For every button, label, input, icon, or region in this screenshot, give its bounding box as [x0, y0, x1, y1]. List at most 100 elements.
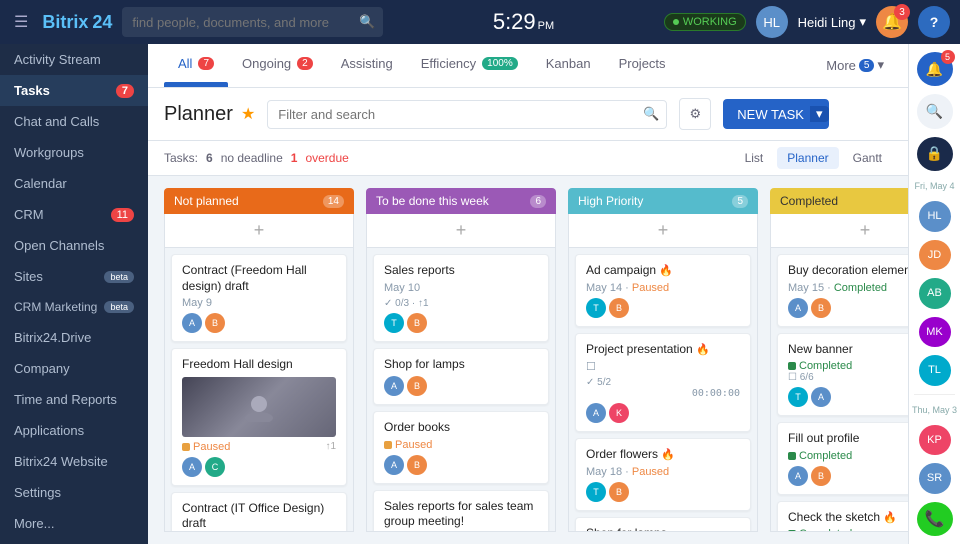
- avatar: T: [788, 387, 808, 407]
- sidebar-item-sites[interactable]: Sites beta: [0, 261, 148, 292]
- search-input[interactable]: [122, 7, 383, 37]
- card-order-books: Order books Paused A B: [373, 411, 549, 484]
- sidebar-item-settings[interactable]: Settings: [0, 477, 148, 508]
- card-freedom-hall-design: Freedom Hall design Paused ↑1 A: [171, 348, 347, 486]
- filter-wrap: 🔍: [267, 100, 667, 129]
- card-ad-campaign: Ad campaign 🔥 May 14 · Paused T B: [575, 254, 751, 327]
- rp-avatar-6[interactable]: KP: [919, 425, 951, 456]
- rp-notif-badge: 5: [941, 50, 955, 64]
- hamburger-icon[interactable]: ☰: [10, 8, 32, 36]
- tab-more[interactable]: More 5 ▾: [818, 44, 892, 87]
- column-to-be-done: To be done this week 6 + Sales reports M…: [366, 188, 556, 532]
- tab-projects[interactable]: Projects: [605, 44, 680, 87]
- sidebar-item-time-reports[interactable]: Time and Reports: [0, 384, 148, 415]
- sidebar-item-applications[interactable]: Applications: [0, 415, 148, 446]
- rp-avatar-7[interactable]: SR: [919, 463, 951, 494]
- avatar: A: [788, 298, 808, 318]
- tab-ongoing-badge: 2: [297, 57, 313, 70]
- sidebar-item-company[interactable]: Company: [0, 353, 148, 384]
- avatar: B: [205, 313, 225, 333]
- sidebar-item-chat[interactable]: Chat and Calls: [0, 106, 148, 137]
- rp-lock-button[interactable]: 🔒: [917, 137, 953, 171]
- rp-avatar-2[interactable]: JD: [919, 240, 951, 271]
- avatar: K: [609, 403, 629, 423]
- col-add-not-planned[interactable]: +: [164, 214, 354, 248]
- tab-kanban[interactable]: Kanban: [532, 44, 605, 87]
- avatar: A: [788, 466, 808, 486]
- col-add-completed[interactable]: +: [770, 214, 908, 248]
- avatar: B: [811, 298, 831, 318]
- col-header-high-priority: High Priority 5: [568, 188, 758, 214]
- sidebar: Activity Stream Tasks 7 Chat and Calls W…: [0, 44, 148, 544]
- col-cards-completed: Buy decoration elements May 15 · Complet…: [770, 248, 908, 532]
- planner-header: Planner ★ 🔍 ⚙ NEW TASK ▾: [148, 88, 908, 141]
- card-fill-profile: Fill out profile Completed A B: [777, 422, 908, 495]
- working-dot: [673, 19, 679, 25]
- filter-input[interactable]: [267, 100, 667, 129]
- sidebar-item-open-channels[interactable]: Open Channels: [0, 230, 148, 261]
- sidebar-item-workgroups[interactable]: Workgroups: [0, 137, 148, 168]
- avatar: T: [586, 482, 606, 502]
- card-buy-decoration: Buy decoration elements May 15 · Complet…: [777, 254, 908, 327]
- col-cards-not-planned: Contract (Freedom Hall design) draft May…: [164, 248, 354, 532]
- card-contract-it: Contract (IT Office Design) draft May 17…: [171, 492, 347, 532]
- rp-notifications-button[interactable]: 🔔 5: [917, 52, 953, 86]
- rp-phone-button[interactable]: 📞: [917, 502, 953, 536]
- planner-title: Planner ★: [164, 103, 255, 126]
- tab-more-badge: 5: [859, 59, 875, 72]
- tab-efficiency[interactable]: Efficiency 100%: [407, 44, 532, 87]
- rp-avatar-4[interactable]: MK: [919, 317, 951, 348]
- sidebar-item-tasks[interactable]: Tasks 7: [0, 75, 148, 106]
- rp-avatar-5[interactable]: TL: [919, 355, 951, 386]
- card-timer: 00:00:00: [692, 388, 740, 399]
- new-task-button[interactable]: NEW TASK ▾: [723, 99, 828, 129]
- tab-assisting[interactable]: Assisting: [327, 44, 407, 87]
- tasks-badge: 7: [116, 84, 134, 98]
- crm-badge: 11: [111, 208, 134, 222]
- card-check-sketch: Check the sketch 🔥 Completed ☐ 4/4 A C: [777, 501, 908, 532]
- avatar: T: [384, 313, 404, 333]
- search-wrap: 🔍: [122, 7, 383, 37]
- card-shop-lamps-2: Shop for lamps May 14 A: [575, 517, 751, 532]
- view-list[interactable]: List: [735, 147, 774, 169]
- tab-all[interactable]: All 7: [164, 44, 228, 87]
- sidebar-item-more[interactable]: More...: [0, 508, 148, 539]
- view-planner[interactable]: Planner: [777, 147, 838, 169]
- sidebar-item-website[interactable]: Bitrix24 Website: [0, 446, 148, 477]
- clock: 5:29PM: [493, 9, 554, 35]
- notifications-button[interactable]: 🔔 3: [876, 6, 908, 38]
- settings-button[interactable]: ⚙: [679, 98, 711, 130]
- sidebar-item-calendar[interactable]: Calendar: [0, 168, 148, 199]
- card-sales-reports: Sales reports May 10 ✓ 0/3 · ↑1 T B: [373, 254, 549, 342]
- sidebar-item-crm[interactable]: CRM 11: [0, 199, 148, 230]
- user-name[interactable]: Heidi Ling ▾: [798, 14, 866, 30]
- col-cards-high-priority: Ad campaign 🔥 May 14 · Paused T B Projec…: [568, 248, 758, 532]
- avatar: A: [811, 387, 831, 407]
- avatar: B: [609, 298, 629, 318]
- view-gantt[interactable]: Gantt: [843, 147, 892, 169]
- tab-ongoing[interactable]: Ongoing 2: [228, 44, 327, 87]
- sidebar-item-crm-marketing[interactable]: CRM Marketing beta: [0, 292, 148, 322]
- new-task-dropdown[interactable]: ▾: [810, 106, 829, 122]
- sidebar-item-drive[interactable]: Bitrix24.Drive: [0, 322, 148, 353]
- right-panel: 🔔 5 🔍 🔒 Fri, May 4 HL JD AB MK TL Thu, M…: [908, 44, 960, 544]
- col-header-to-be-done: To be done this week 6: [366, 188, 556, 214]
- working-badge: WORKING: [664, 13, 746, 31]
- avatar: A: [182, 313, 202, 333]
- rp-avatar-3[interactable]: AB: [919, 278, 951, 309]
- avatar: A: [182, 457, 202, 477]
- rp-search-button[interactable]: 🔍: [917, 94, 953, 128]
- column-high-priority: High Priority 5 + Ad campaign 🔥 May 14 ·…: [568, 188, 758, 532]
- col-add-high-priority[interactable]: +: [568, 214, 758, 248]
- rp-avatar-1[interactable]: HL: [919, 201, 951, 232]
- sidebar-item-activity-stream[interactable]: Activity Stream: [0, 44, 148, 75]
- avatar: B: [811, 466, 831, 486]
- col-add-to-be-done[interactable]: +: [366, 214, 556, 248]
- filter-search-icon: 🔍: [643, 106, 659, 122]
- avatar: B: [407, 313, 427, 333]
- crm-marketing-badge: beta: [104, 301, 134, 313]
- star-icon[interactable]: ★: [241, 104, 255, 124]
- avatar: C: [205, 457, 225, 477]
- help-button[interactable]: ?: [918, 6, 950, 38]
- card-contract-freedom: Contract (Freedom Hall design) draft May…: [171, 254, 347, 342]
